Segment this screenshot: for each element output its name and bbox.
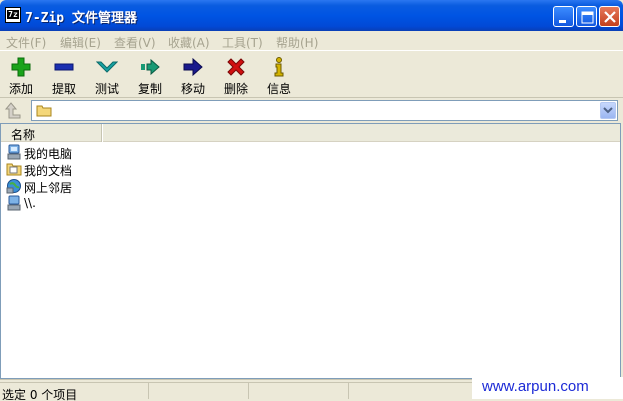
column-header-filler <box>102 124 620 142</box>
up-folder-button[interactable] <box>3 101 25 121</box>
folder-icon <box>36 105 52 117</box>
extract-label: 提取 <box>51 82 76 96</box>
menu-favorites[interactable]: 收藏(A) <box>168 34 210 51</box>
menu-view[interactable]: 查看(V) <box>114 34 156 51</box>
close-icon <box>604 11 616 23</box>
address-row <box>0 99 623 123</box>
documents-folder-icon <box>6 163 22 176</box>
list-item-name: \\. <box>24 196 36 210</box>
column-header-name[interactable]: 名称 <box>1 124 102 142</box>
delete-label: 删除 <box>223 82 248 96</box>
delete-x-icon <box>227 58 245 76</box>
status-cell <box>348 382 472 399</box>
add-label: 添加 <box>8 82 33 96</box>
list-item-name: 我的文档 <box>24 164 73 178</box>
drive-icon <box>7 195 21 211</box>
computer-icon <box>7 144 21 160</box>
close-button[interactable] <box>599 6 620 27</box>
move-arrow-icon <box>183 57 203 77</box>
chevron-down-icon <box>603 107 613 114</box>
maximize-icon <box>581 11 594 24</box>
info-button[interactable]: 信息 <box>259 54 299 96</box>
copy-label: 复制 <box>137 82 162 96</box>
address-dropdown-button[interactable] <box>600 102 616 119</box>
menu-tools[interactable]: 工具(T) <box>222 34 263 51</box>
info-icon <box>274 57 284 77</box>
info-label: 信息 <box>266 82 291 96</box>
test-label: 测试 <box>94 82 119 96</box>
minimize-icon <box>559 20 566 23</box>
minus-icon <box>54 63 74 71</box>
file-list-view[interactable]: 名称 我的电脑 我的文档 网上邻居 \\. <box>0 123 621 379</box>
add-button[interactable]: 添加 <box>1 54 41 96</box>
column-header-row: 名称 <box>1 124 620 142</box>
test-button[interactable]: 测试 <box>87 54 127 96</box>
extract-button[interactable]: 提取 <box>44 54 84 96</box>
menu-bar: 文件(F) 编辑(E) 查看(V) 收藏(A) 工具(T) 帮助(H) <box>0 31 623 51</box>
copy-arrow-icon <box>141 58 160 76</box>
title-bar[interactable]: 7z 7-Zip 文件管理器 <box>0 0 623 31</box>
menu-help[interactable]: 帮助(H) <box>276 34 318 51</box>
menu-edit[interactable]: 编辑(E) <box>60 34 101 51</box>
delete-button[interactable]: 删除 <box>216 54 256 96</box>
network-icon <box>6 179 21 194</box>
list-item-name: 我的电脑 <box>24 147 73 161</box>
status-selection-text: 选定 0 个项目 <box>2 388 78 401</box>
window-title: 7-Zip 文件管理器 <box>25 11 137 26</box>
minimize-button[interactable] <box>553 6 574 27</box>
status-cell <box>148 382 248 399</box>
move-button[interactable]: 移动 <box>173 54 213 96</box>
toolbar: 添加 提取 测试 复制 移动 删除 信息 <box>0 52 623 98</box>
plus-icon <box>11 57 31 77</box>
list-item-name: 网上邻居 <box>24 181 73 195</box>
watermark-text: www.arpun.com <box>472 377 623 399</box>
move-label: 移动 <box>180 82 205 96</box>
up-folder-icon <box>4 102 21 119</box>
maximize-button[interactable] <box>576 6 597 27</box>
status-cell-selection: 选定 0 个项目 <box>0 382 148 401</box>
copy-button[interactable]: 复制 <box>130 54 170 96</box>
address-combobox[interactable] <box>31 100 618 121</box>
7zip-app-icon[interactable]: 7z <box>5 7 21 23</box>
menu-file[interactable]: 文件(F) <box>6 34 46 51</box>
check-icon <box>96 61 118 73</box>
status-cell <box>248 382 348 399</box>
